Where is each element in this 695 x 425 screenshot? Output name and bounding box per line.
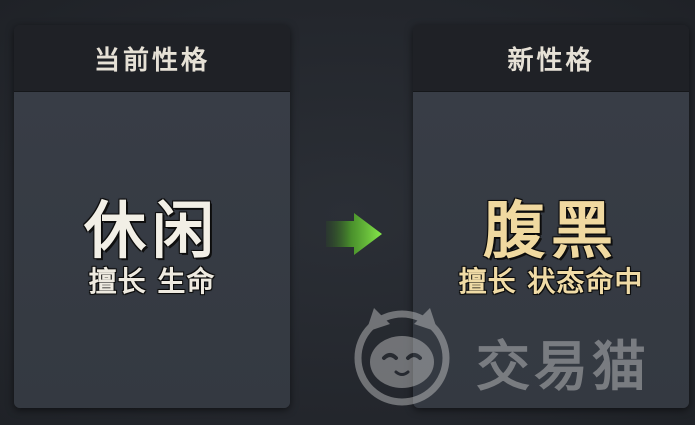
current-trait-body: 休闲 擅长 生命 bbox=[14, 92, 290, 408]
trait-change-screen: 当前性格 休闲 擅长 生命 新性格 腹黑 擅长 状态命中 交易猫 bbox=[0, 0, 695, 425]
cat-logo-icon bbox=[354, 308, 450, 406]
current-trait-specialty: 擅长 生命 bbox=[88, 265, 216, 298]
watermark-text: 交易猫 bbox=[476, 335, 650, 398]
new-trait-name: 腹黑 bbox=[482, 194, 619, 267]
watermark: 交易猫 bbox=[340, 300, 670, 410]
current-trait-name: 休闲 bbox=[83, 194, 220, 267]
current-trait-card: 当前性格 休闲 擅长 生命 bbox=[14, 25, 290, 408]
new-trait-header: 新性格 bbox=[413, 25, 689, 92]
current-trait-header: 当前性格 bbox=[14, 25, 290, 92]
new-trait-specialty: 擅长 状态命中 bbox=[458, 265, 644, 298]
right-arrow-icon bbox=[326, 213, 382, 255]
